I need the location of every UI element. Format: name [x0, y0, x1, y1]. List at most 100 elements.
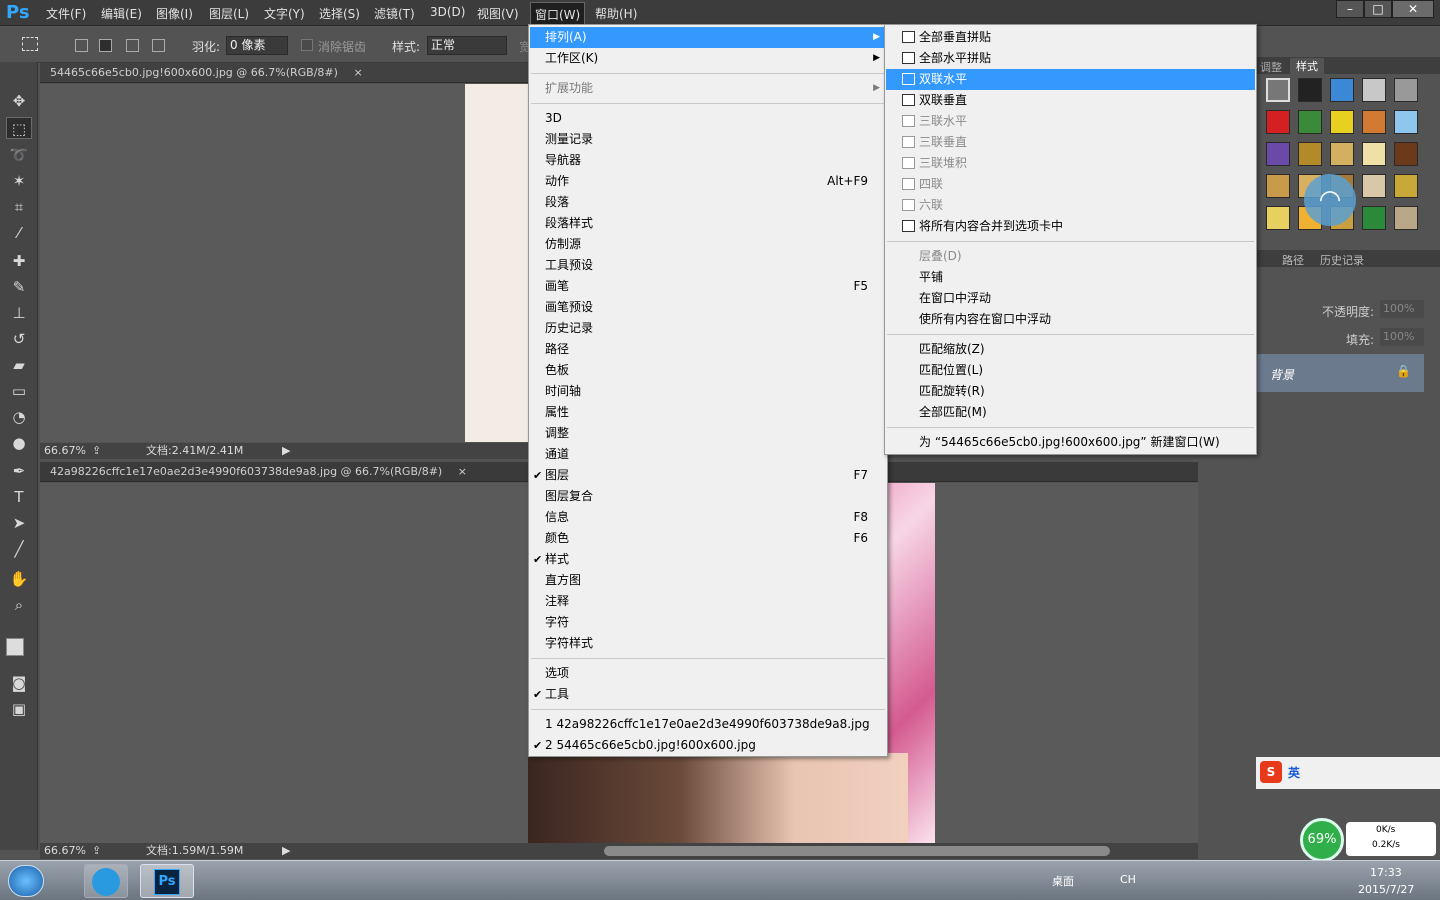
hand-tool-icon[interactable]: ✋	[6, 568, 32, 590]
window-menu-item[interactable]: 颜色 F6	[530, 528, 886, 549]
window-menu-item[interactable]: 工具 ✔	[530, 684, 886, 705]
style-swatch[interactable]	[1362, 110, 1386, 134]
style-swatch[interactable]	[1298, 110, 1322, 134]
window-menu-item[interactable]: 1 42a98226cffc1e17e0ae2d3e4990f603738de9…	[530, 714, 886, 735]
doc2-status-arrow-icon[interactable]: ▶	[282, 843, 290, 859]
window-menu-item[interactable]: 历史记录	[530, 318, 886, 339]
blur-tool-icon[interactable]: ◔	[6, 406, 32, 428]
path-selection-icon[interactable]: ➤	[6, 512, 32, 534]
menu-filter[interactable]: 滤镜(T)	[374, 5, 415, 22]
arrange-menu-item[interactable]: 全部匹配(M)	[886, 402, 1255, 423]
style-swatch[interactable]	[1298, 78, 1322, 102]
desktop-toolbar-label[interactable]: 桌面	[1052, 873, 1074, 889]
menu-select[interactable]: 选择(S)	[319, 5, 360, 22]
arrange-menu-item[interactable]: 匹配缩放(Z)	[886, 339, 1255, 360]
arrange-menu-item[interactable]: 将所有内容合并到选项卡中	[886, 216, 1255, 237]
arrange-menu-item[interactable]: 三联水平	[886, 111, 1255, 132]
subtract-selection-icon[interactable]	[126, 39, 139, 52]
window-menu-item[interactable]: 选项	[530, 663, 886, 684]
move-tool-icon[interactable]: ✥	[6, 90, 32, 112]
clock-date[interactable]: 2015/7/27	[1358, 883, 1414, 896]
line-tool-icon[interactable]: ╱	[6, 538, 32, 560]
style-swatch[interactable]	[1266, 110, 1290, 134]
feather-input[interactable]: 0 像素	[226, 36, 288, 55]
menu-file[interactable]: 文件(F)	[46, 5, 86, 22]
antialias-checkbox[interactable]	[301, 39, 313, 51]
window-menu-item[interactable]: 时间轴	[530, 381, 886, 402]
new-selection-icon[interactable]	[75, 39, 88, 52]
window-menu-item[interactable]: 动作 Alt+F9	[530, 171, 886, 192]
screen-mode-icon[interactable]: ▣	[6, 698, 32, 720]
window-menu-item[interactable]: 段落样式	[530, 213, 886, 234]
eyedropper-icon[interactable]: ⁄	[6, 222, 32, 244]
style-swatch[interactable]	[1362, 174, 1386, 198]
magic-wand-icon[interactable]: ✶	[6, 170, 32, 192]
tab-styles[interactable]: 样式	[1290, 58, 1324, 74]
doc1-close-icon[interactable]: ×	[353, 66, 362, 79]
type-tool-icon[interactable]: T	[6, 486, 32, 508]
network-speed-badge[interactable]: 69%	[1300, 818, 1344, 862]
share-icon[interactable]: ⇪	[92, 443, 101, 459]
window-menu-item[interactable]: 路径	[530, 339, 886, 360]
style-swatch[interactable]	[1394, 78, 1418, 102]
gradient-icon[interactable]: ▭	[6, 380, 32, 402]
window-menu-item[interactable]: 字符样式	[530, 633, 886, 654]
arrange-menu-item[interactable]: 六联	[886, 195, 1255, 216]
brush-tool-icon[interactable]: ✎	[6, 276, 32, 298]
arrange-menu-item[interactable]: 使所有内容在窗口中浮动	[886, 309, 1255, 330]
style-swatch[interactable]	[1266, 174, 1290, 198]
style-select[interactable]: 正常	[427, 36, 507, 55]
window-menu-item[interactable]: 通道	[530, 444, 886, 465]
arrange-menu-item[interactable]: 匹配位置(L)	[886, 360, 1255, 381]
window-menu-item[interactable]: 图层 F7 ✔	[530, 465, 886, 486]
arrange-menu-item[interactable]: 层叠(D)	[886, 246, 1255, 267]
window-menu-item[interactable]: 画笔预设	[530, 297, 886, 318]
arrange-menu-item[interactable]: 四联	[886, 174, 1255, 195]
add-selection-icon[interactable]	[99, 39, 112, 52]
window-menu-item[interactable]: 图层复合	[530, 486, 886, 507]
style-swatch[interactable]	[1330, 142, 1354, 166]
window-menu-item[interactable]: 调整	[530, 423, 886, 444]
zoom-tool-icon[interactable]: ⌕	[6, 594, 32, 616]
style-swatch[interactable]	[1362, 206, 1386, 230]
style-swatch[interactable]	[1266, 78, 1290, 102]
style-swatch[interactable]	[1266, 142, 1290, 166]
arrange-menu-item[interactable]: 双联水平	[886, 69, 1255, 90]
window-menu-item[interactable]: 字符	[530, 612, 886, 633]
clock-time[interactable]: 17:33	[1370, 866, 1402, 879]
tab-history[interactable]: 历史记录	[1320, 252, 1364, 268]
layer-row-background[interactable]: 背景 🔒	[1256, 354, 1424, 392]
history-brush-icon[interactable]: ↺	[6, 328, 32, 350]
style-swatch[interactable]	[1266, 206, 1290, 230]
window-menu-item[interactable]: 2 54465c66e5cb0.jpg!600x600.jpg ✔	[530, 735, 886, 756]
window-menu-item[interactable]: 信息 F8	[530, 507, 886, 528]
doc1-canvas-area[interactable]	[40, 84, 528, 442]
wifi-icon[interactable]: ◠	[1304, 174, 1356, 226]
fill-input[interactable]: 100%	[1380, 328, 1424, 346]
window-menu-item[interactable]: 扩展功能 ▶	[530, 78, 886, 99]
dodge-tool-icon[interactable]: ●	[6, 432, 32, 454]
quick-mask-icon[interactable]: ◙	[6, 672, 32, 694]
intersect-selection-icon[interactable]	[152, 39, 165, 52]
window-menu-item[interactable]: 测量记录	[530, 129, 886, 150]
arrange-menu-item[interactable]: 三联垂直	[886, 132, 1255, 153]
style-swatch[interactable]	[1298, 142, 1322, 166]
window-menu-item[interactable]: 工作区(K) ▶	[530, 48, 886, 69]
style-swatch[interactable]	[1330, 78, 1354, 102]
arrange-menu-item[interactable]: 三联堆积	[886, 153, 1255, 174]
pen-tool-icon[interactable]: ✒	[6, 460, 32, 482]
window-menu-item[interactable]: 排列(A) ▶	[530, 27, 886, 48]
window-menu-item[interactable]: 3D	[530, 108, 886, 129]
doc1-tab[interactable]: 54465c66e5cb0.jpg!600x600.jpg @ 66.7%(RG…	[40, 63, 528, 83]
minimize-button[interactable]: –	[1336, 0, 1364, 18]
style-swatch[interactable]	[1362, 142, 1386, 166]
language-indicator[interactable]: CH	[1120, 873, 1136, 886]
arrange-menu-item[interactable]: 双联垂直	[886, 90, 1255, 111]
crop-tool-icon[interactable]: ⌗	[6, 196, 32, 218]
eraser-icon[interactable]: ▰	[6, 354, 32, 376]
window-menu-item[interactable]: 注释	[530, 591, 886, 612]
doc2-close-icon[interactable]: ×	[458, 465, 467, 478]
horizontal-scrollbar[interactable]	[604, 846, 1110, 856]
healing-brush-icon[interactable]: ✚	[6, 250, 32, 272]
share-icon-2[interactable]: ⇪	[92, 843, 101, 859]
